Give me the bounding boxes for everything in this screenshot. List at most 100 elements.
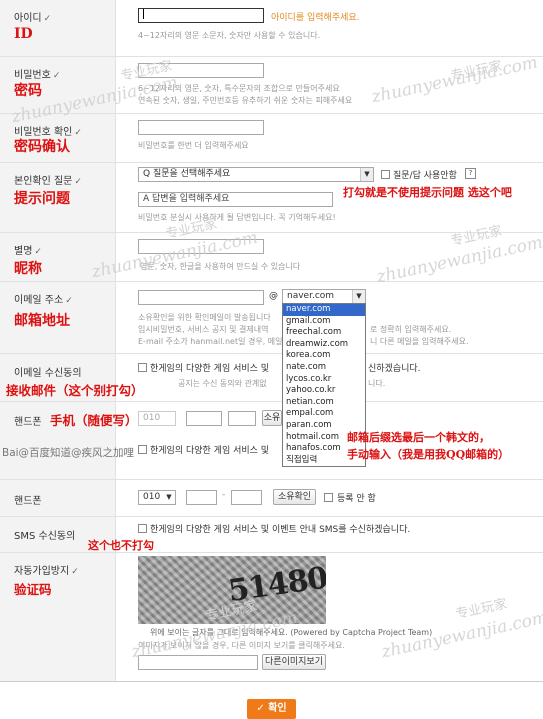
sms-text: 한게임의 다양한 게임 서비스 및 이벤트 안내 SMS를 수신하겠습니다. xyxy=(150,525,411,535)
email-domain-option[interactable]: empal.com xyxy=(283,408,365,420)
email-hint-3b: 니 다른 메일을 입력해주세요. xyxy=(370,337,469,346)
password-confirm-annotation: 密码确认 xyxy=(14,139,70,155)
phone-last-input[interactable] xyxy=(231,490,262,505)
email-hint-3: E-mail 주소가 hanmail.net일 경우, 메일 xyxy=(138,337,283,346)
phone-old-last[interactable] xyxy=(228,411,256,426)
phone-old-mid[interactable] xyxy=(186,411,222,426)
phone-nocheck-label: 등록 안 함 xyxy=(337,494,376,504)
question-annotation-note: 打勾就是不使用提示问题 选这个吧 xyxy=(343,186,512,199)
chevron-down-icon: ▼ xyxy=(163,491,175,504)
email-annotation-1: 邮箱后缀选最后一个韩文的， xyxy=(347,431,490,444)
row-password-confirm: 비밀번호 확인 ✓ 密码确认 비밀번호를 한번 더 입력해주세요 xyxy=(0,114,543,163)
question-hint: 비밀번호 분실시 사용하게 될 답변입니다. 꼭 기억해두세요! xyxy=(138,213,336,222)
email-domain-option[interactable]: gmail.com xyxy=(283,316,365,328)
row-password: 비밀번호 ✓ 密码 6~12자리의 영문, 숫자, 특수문자의 조합으로 만들어주… xyxy=(0,57,543,114)
row-nickname: 별명 ✓ 昵称 영문, 숫자, 한글을 사용하여 만드실 수 있습니다 xyxy=(0,233,543,282)
email-hint-2b: 로 정확히 입력해주세요. xyxy=(370,325,452,334)
row-email: 이메일 주소 ✓ 邮箱地址 @ naver.com ▼ 소유확인을 위한 확인메일이… xyxy=(0,282,543,354)
no-question-checkbox[interactable] xyxy=(381,170,390,179)
row-email-agree: 이메일 수신동의 接收邮件（这个别打勾） 한게임의 다양한 게임 서비스 및 신… xyxy=(0,354,543,402)
confirm-button[interactable]: ✓ 확인 xyxy=(247,699,296,719)
email-agree-text: 한게임의 다양한 게임 서비스 및 xyxy=(150,364,270,374)
label-cell: 핸드폰 xyxy=(0,480,116,516)
chevron-down-icon: ▼ xyxy=(352,290,365,303)
password-hint-2: 연속된 숫자, 생일, 주민번호등 유추하기 쉬운 숫자는 피해주세요 xyxy=(138,96,353,105)
email-agree-sub-b: 니다. xyxy=(368,379,386,388)
phone-old-verify-button[interactable]: 소유 xyxy=(262,410,282,426)
label-cell: 이메일 주소 ✓ 邮箱地址 xyxy=(0,282,116,353)
signup-form: 아이디 ✓ ID 아이디를 입력해주세요. 4~12자리의 영문 소문자, 숫자만… xyxy=(0,0,543,719)
no-question-label: 질문/답 사용안함 xyxy=(393,171,457,181)
question-select[interactable]: Q 질문을 선택해주세요 ▼ xyxy=(138,167,374,182)
chevron-down-icon: ▼ xyxy=(360,168,373,181)
label-cell: Bai@百度知道@疾风之加哩 xyxy=(0,436,134,479)
label-cell: 아이디 ✓ ID xyxy=(0,0,116,56)
sms-checkbox[interactable] xyxy=(138,524,147,533)
baidu-caption: Bai@百度知道@疾风之加哩 xyxy=(2,447,135,459)
email-hint-2: 임시비밀번호, 서비스 공지 및 결제내역 xyxy=(138,325,269,334)
password-input[interactable] xyxy=(138,63,264,78)
email-annotation: 邮箱地址 xyxy=(14,313,70,329)
phone-old-label: 핸드폰 xyxy=(14,417,42,428)
label-cell: 이메일 수신동의 接收邮件（这个别打勾） xyxy=(0,354,144,401)
captcha-label: 자동가입방지 ✓ xyxy=(14,566,79,577)
overlap-text: 한게임의 다양한 게임 서비스 및 xyxy=(150,446,270,456)
question-annotation: 提示问题 xyxy=(14,191,70,207)
email-agree-annotation: 接收邮件（这个别打勾） xyxy=(6,383,144,398)
email-agree-label: 이메일 수신동의 xyxy=(14,368,82,379)
label-cell: 비밀번호 ✓ 密码 xyxy=(0,57,116,113)
email-agree-sub: 공지는 수신 동의와 관계없 xyxy=(178,379,267,388)
captcha-hint-1: 위에 보이는 글자를 그대로 입력해주세요. (Powered by Captc… xyxy=(150,628,433,637)
nickname-annotation: 昵称 xyxy=(14,261,42,277)
nickname-hint: 영문, 숫자, 한글을 사용하여 만드실 수 있습니다 xyxy=(140,262,301,271)
password-hint-1: 6~12자리의 영문, 숫자, 특수문자의 조합으로 만들어주세요 xyxy=(138,84,340,93)
captcha-annotation: 验证码 xyxy=(14,582,52,597)
email-label: 이메일 주소 ✓ xyxy=(14,295,73,306)
help-icon[interactable]: ? xyxy=(465,168,476,179)
captcha-refresh-button[interactable]: 다른이미지보기 xyxy=(262,654,326,670)
id-hint: 4~12자리의 영문 소문자, 숫자만 사용할 수 있습니다. xyxy=(138,31,321,40)
email-domain-option[interactable]: netian.com xyxy=(283,397,365,409)
phone-old-prefix[interactable]: 010 xyxy=(138,411,176,426)
phone-verify-button[interactable]: 소유확인 xyxy=(273,489,316,505)
email-domain-option[interactable]: freechal.com xyxy=(283,327,365,339)
password-confirm-hint: 비밀번호를 한번 더 입력해주세요 xyxy=(138,141,249,150)
email-domain-option[interactable]: nate.com xyxy=(283,362,365,374)
captcha-input[interactable] xyxy=(138,655,258,670)
email-agree-checkbox[interactable] xyxy=(138,363,147,372)
password-label: 비밀번호 ✓ xyxy=(14,70,61,81)
id-input[interactable] xyxy=(138,8,264,23)
nickname-input[interactable] xyxy=(138,239,264,254)
captcha-hint-2: 이미지가 보이지 않을 경우, 다른 이미지 보기를 클릭해주세요. xyxy=(138,641,345,650)
row-security-question: 본인확인 질문 ✓ 提示问题 Q 질문을 선택해주세요 ▼ 질문/답 사용안함 ? … xyxy=(0,163,543,233)
id-label: 아이디 ✓ xyxy=(14,13,52,24)
phone-old-annotation: 手机（随便写） xyxy=(50,413,138,428)
email-domain-option[interactable]: naver.com xyxy=(283,304,365,316)
password-confirm-input[interactable] xyxy=(138,120,264,135)
label-cell: 별명 ✓ 昵称 xyxy=(0,233,116,281)
at-sign: @ xyxy=(269,291,278,301)
phone-label: 핸드폰 xyxy=(14,496,42,507)
email-local-input[interactable] xyxy=(138,290,264,305)
id-annotation: ID xyxy=(14,26,33,42)
label-cell: 자동가입방지 ✓ 验证码 xyxy=(0,553,116,681)
answer-input[interactable]: A 답변을 입력해주세요 xyxy=(138,192,333,207)
email-domain-option[interactable]: lycos.co.kr xyxy=(283,374,365,386)
email-domain-option[interactable]: korea.com xyxy=(283,350,365,362)
phone-prefix-select[interactable]: 010 ▼ xyxy=(138,490,176,505)
email-domain-select[interactable]: naver.com ▼ xyxy=(282,289,366,304)
sms-annotation: 这个也不打勾 xyxy=(88,539,154,552)
overlap-checkbox[interactable] xyxy=(138,445,147,454)
email-domain-option[interactable]: dreamwiz.com xyxy=(283,339,365,351)
label-cell: 핸드폰 手机（随便写） xyxy=(0,402,138,436)
label-cell: 비밀번호 확인 ✓ 密码确认 xyxy=(0,114,116,162)
phone-mid-input[interactable] xyxy=(186,490,217,505)
row-phone: 핸드폰 010 ▼ - 소유확인 등록 안 함 xyxy=(0,480,543,517)
nickname-label: 별명 ✓ xyxy=(14,246,42,257)
email-agree-text-b: 신하겠습니다. xyxy=(368,364,421,374)
phone-nocheck-checkbox[interactable] xyxy=(324,493,333,502)
password-annotation: 密码 xyxy=(14,83,42,99)
email-domain-option[interactable]: yahoo.co.kr xyxy=(283,385,365,397)
row-id: 아이디 ✓ ID 아이디를 입력해주세요. 4~12자리의 영문 소문자, 숫자만… xyxy=(0,0,543,57)
phone-dash: - xyxy=(222,490,226,500)
